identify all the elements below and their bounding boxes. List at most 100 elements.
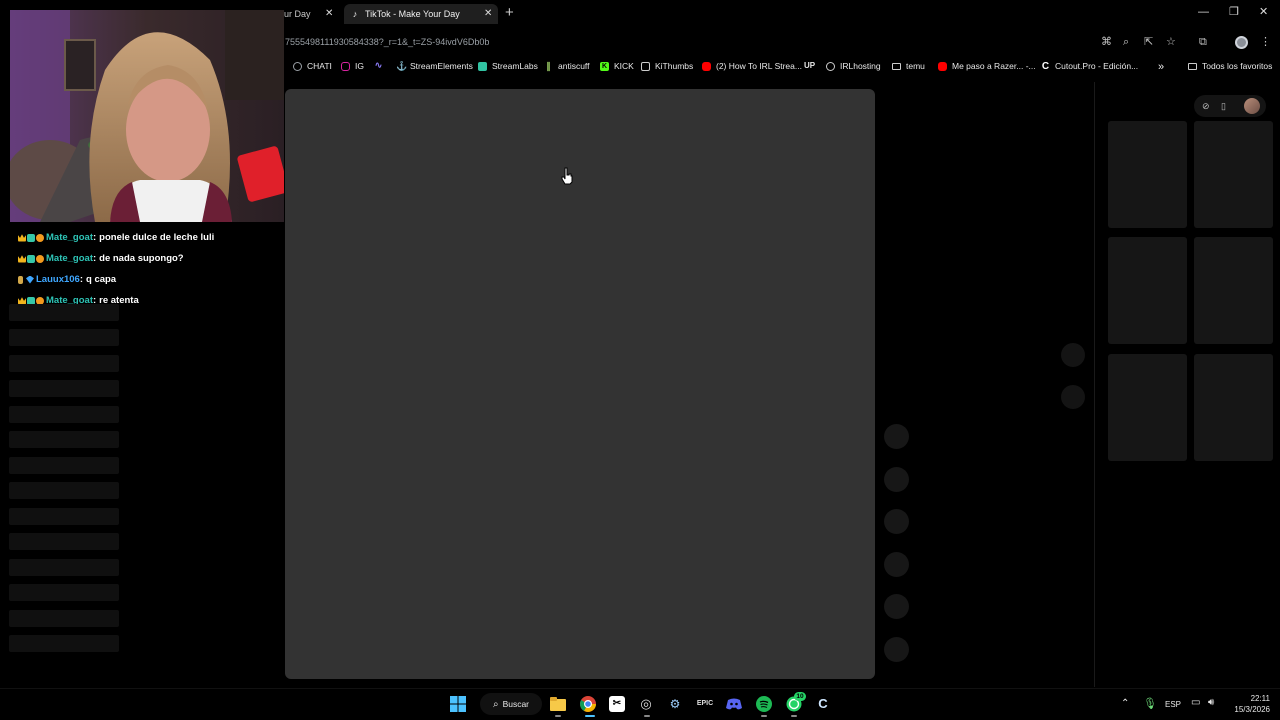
- instagram-icon: [341, 61, 350, 71]
- cutout-icon: C: [1041, 60, 1050, 72]
- zoom-icon[interactable]: ⌕: [1123, 35, 1129, 49]
- webcam-feed: [10, 10, 284, 222]
- gem-badge-icon: [26, 275, 34, 284]
- kick-icon: K: [600, 61, 609, 71]
- bookmark-antiscuff[interactable]: ∥ antiscuff: [544, 60, 589, 71]
- chat-text: de nada supongo?: [99, 253, 184, 264]
- chat-username: Mate_goat: [46, 253, 93, 264]
- input-language[interactable]: ESP: [1165, 700, 1181, 709]
- related-video-thumbnail[interactable]: [1194, 121, 1273, 228]
- save-button-placeholder[interactable]: [884, 509, 909, 534]
- related-video-thumbnail[interactable]: [1108, 237, 1187, 344]
- bookmark-streamelements[interactable]: ⚓ StreamElements: [396, 61, 473, 71]
- bookmark-kithumbs[interactable]: KiThumbs: [641, 61, 693, 71]
- close-icon[interactable]: ✕: [325, 8, 333, 20]
- small-badge-icon: [18, 275, 23, 284]
- volume-icon[interactable]: 🔊︎: [1208, 697, 1214, 708]
- compass-icon[interactable]: ⊘: [1202, 99, 1210, 113]
- bookmark-chart[interactable]: ∿: [374, 61, 388, 70]
- new-tab-button[interactable]: +: [505, 5, 514, 21]
- file-explorer-icon[interactable]: [550, 696, 566, 712]
- related-video-thumbnail[interactable]: [1108, 354, 1187, 461]
- coin-badge-icon: [36, 233, 44, 242]
- tray-overflow-icon[interactable]: ⌃: [1121, 698, 1129, 709]
- menu-icon[interactable]: ⋮: [1260, 35, 1271, 49]
- comment-button-placeholder[interactable]: [884, 467, 909, 492]
- phone-icon[interactable]: ▯: [1221, 99, 1226, 113]
- extensions-icon[interactable]: ⧉: [1199, 35, 1207, 49]
- share-button-placeholder[interactable]: [884, 552, 909, 577]
- bookmark-chati[interactable]: CHATI: [293, 61, 332, 71]
- search-icon: ⌕: [492, 698, 499, 710]
- running-indicator: [644, 715, 650, 717]
- loading-skeleton: [9, 533, 119, 550]
- url-text[interactable]: 7555498111930584338?_r=1&_t=ZS-94ivdV6Db…: [285, 37, 489, 47]
- bookmark-ig[interactable]: IG: [341, 61, 364, 71]
- running-indicator: [555, 715, 561, 717]
- profile-avatar[interactable]: [1235, 36, 1248, 49]
- like-button-placeholder[interactable]: [884, 424, 909, 449]
- folder-icon: [892, 62, 901, 70]
- tab-previous[interactable]: ur Day ✕: [284, 4, 340, 24]
- sound-button-placeholder[interactable]: [884, 637, 909, 662]
- sidebar-divider: [1094, 82, 1095, 687]
- chat-message: Mate_goat: ponele dulce de leche luli: [18, 227, 280, 248]
- running-indicator: [761, 715, 767, 717]
- chat-text: q capa: [86, 274, 117, 285]
- chrome-icon[interactable]: [580, 696, 596, 712]
- microphone-icon[interactable]: 🎙︎: [1143, 697, 1157, 710]
- related-video-thumbnail[interactable]: [1194, 354, 1273, 461]
- windows-start-icon[interactable]: [450, 696, 466, 712]
- previous-video-button[interactable]: [1061, 343, 1085, 367]
- related-video-thumbnail[interactable]: [1194, 237, 1273, 344]
- loading-skeleton: [9, 482, 119, 499]
- system-clock[interactable]: 22:11 15/3/2026: [1222, 693, 1270, 715]
- antiscuff-icon: ∥: [546, 60, 551, 71]
- obs-icon[interactable]: ◎: [638, 696, 654, 712]
- minimize-icon[interactable]: —: [1198, 5, 1209, 19]
- related-video-thumbnail[interactable]: [1108, 121, 1187, 228]
- chart-icon: ∿: [374, 60, 383, 70]
- cutout-app-icon[interactable]: C: [815, 696, 831, 712]
- more-button-placeholder[interactable]: [884, 594, 909, 619]
- hand-cursor-icon: [561, 167, 573, 185]
- loading-skeleton: [9, 610, 119, 627]
- bookmark-youtube-irl[interactable]: (2) How To IRL Strea...: [702, 61, 802, 71]
- bookmark-temu[interactable]: temu: [892, 61, 925, 71]
- taskbar-search-button[interactable]: ⌕ Buscar: [480, 693, 542, 715]
- translate-icon[interactable]: ⌘: [1101, 35, 1112, 49]
- bookmark-irlhosting[interactable]: IRLhosting: [826, 61, 881, 71]
- discord-icon[interactable]: [726, 696, 742, 712]
- video-player-placeholder[interactable]: [285, 89, 875, 679]
- steam-icon[interactable]: ⚙: [667, 696, 683, 712]
- loading-skeleton: [9, 355, 119, 372]
- capcut-icon[interactable]: ✂: [609, 696, 625, 712]
- close-window-icon[interactable]: ✕: [1259, 5, 1268, 19]
- star-icon[interactable]: ☆: [1166, 35, 1176, 49]
- bookmark-youtube-razer[interactable]: Me paso a Razer... -...: [938, 61, 1036, 71]
- subscriber-badge-icon: [27, 233, 35, 242]
- network-icon[interactable]: ▭: [1191, 697, 1200, 708]
- crown-badge-icon: [18, 255, 26, 263]
- bookmarks-overflow-button[interactable]: »: [1158, 61, 1164, 73]
- all-bookmarks-button[interactable]: Todos los favoritos: [1188, 61, 1272, 71]
- avatar[interactable]: [1244, 98, 1260, 114]
- clock-date: 15/3/2026: [1234, 705, 1270, 714]
- epic-games-icon[interactable]: EPIC: [697, 696, 713, 712]
- tab-tiktok[interactable]: ♪ TikTok - Make Your Day ✕: [344, 4, 498, 24]
- restore-icon[interactable]: ❐: [1229, 5, 1239, 19]
- spotify-icon[interactable]: [756, 696, 772, 712]
- streamelements-icon: ⚓: [396, 60, 408, 71]
- loading-skeleton: [9, 406, 119, 423]
- whatsapp-unread-badge: 10: [794, 692, 806, 701]
- bookmark-cutout[interactable]: C Cutout.Pro - Edición...: [1041, 61, 1138, 71]
- youtube-icon: [938, 61, 947, 71]
- subscriber-badge-icon: [27, 254, 35, 263]
- coin-badge-icon: [36, 254, 44, 263]
- bookmark-streamlabs[interactable]: StreamLabs: [478, 61, 538, 71]
- bookmark-up[interactable]: UP: [804, 61, 815, 70]
- bookmark-kick[interactable]: K KICK: [600, 61, 634, 71]
- next-video-button[interactable]: [1061, 385, 1085, 409]
- close-icon[interactable]: ✕: [484, 8, 492, 20]
- install-app-icon[interactable]: ⇱: [1144, 35, 1153, 49]
